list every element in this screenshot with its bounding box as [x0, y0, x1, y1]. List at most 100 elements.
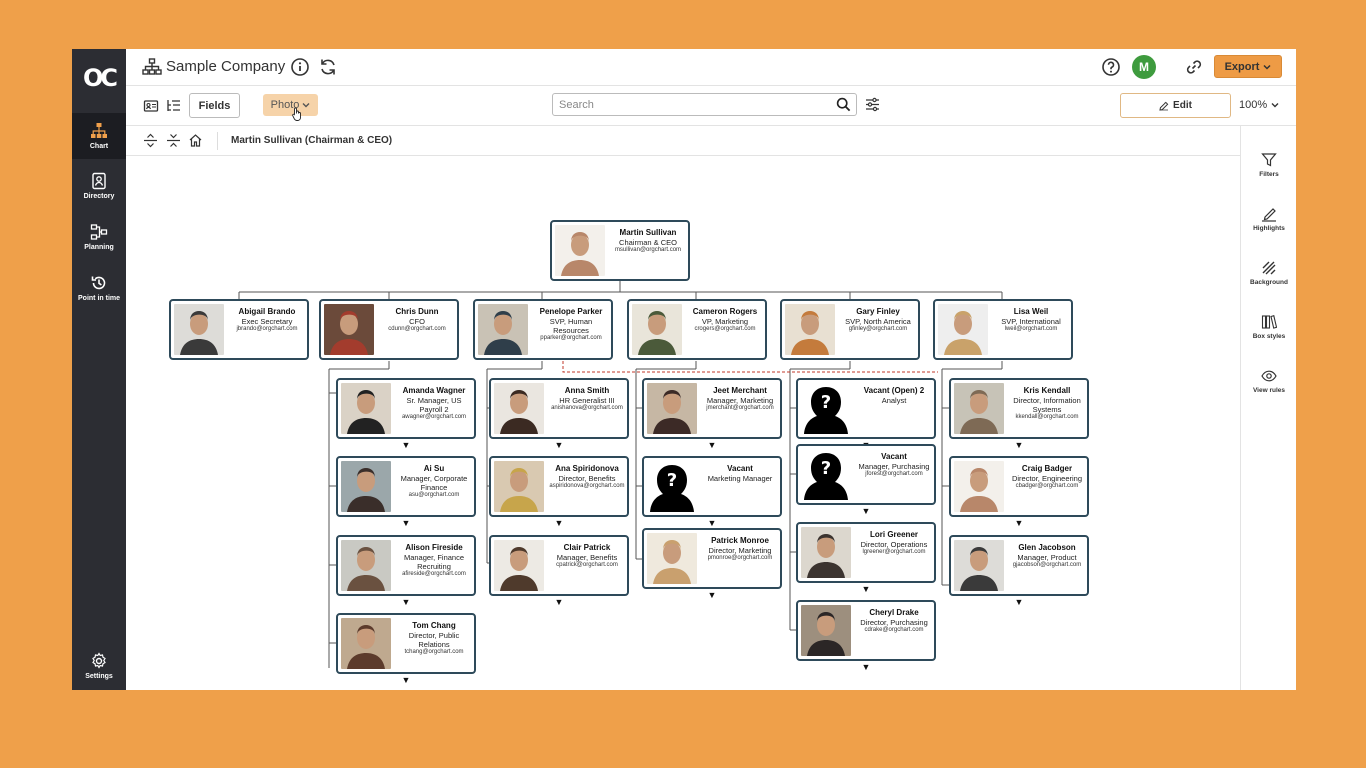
- employee-card[interactable]: Tom Chang Director, Public Relations tchan…: [336, 613, 476, 674]
- search-input[interactable]: [553, 94, 823, 115]
- nav-chart[interactable]: Chart: [72, 113, 126, 159]
- search-icon[interactable]: [836, 97, 851, 112]
- right-panel: Filters Highlights Background Box styles…: [1240, 126, 1296, 690]
- org-chart-canvas[interactable]: Martin Sullivan Chairman & CEO msullivan@o…: [126, 156, 1240, 690]
- employee-name: Cheryl Drake: [869, 608, 919, 617]
- level1-card[interactable]: Chris Dunn CFO cdunn@orgchart.com: [319, 299, 459, 360]
- level1-card[interactable]: Cameron Rogers VP, Marketing crogers@orgch…: [627, 299, 767, 360]
- tree-view-icon[interactable]: [166, 98, 182, 114]
- expand-arrow-icon[interactable]: ▼: [707, 519, 717, 528]
- box-styles-button[interactable]: Box styles: [1241, 307, 1296, 347]
- level1-card[interactable]: Lisa Weil SVP, International lweil@orgchar…: [933, 299, 1073, 360]
- expand-arrow-icon[interactable]: ▼: [554, 441, 564, 450]
- employee-title: Manager, Finance Recruiting: [403, 552, 465, 571]
- edit-button[interactable]: Edit: [1120, 93, 1231, 118]
- employee-name: Cameron Rogers: [692, 307, 758, 316]
- level1-card[interactable]: Gary Finley SVP, North America gfinley@org…: [780, 299, 920, 360]
- hand-cursor-icon: [292, 107, 301, 121]
- employee-card[interactable]: Cheryl Drake Director, Purchasing cdrake@o…: [796, 600, 936, 661]
- expand-arrow-icon[interactable]: ▼: [401, 519, 411, 528]
- help-icon[interactable]: [1101, 57, 1121, 77]
- filters-button[interactable]: Filters: [1241, 145, 1296, 185]
- highlights-button[interactable]: Highlights: [1241, 199, 1296, 239]
- employee-card[interactable]: Patrick Monroe Director, Marketing pmonroe…: [642, 528, 782, 589]
- info-icon[interactable]: [290, 57, 310, 77]
- export-button[interactable]: Export: [1214, 55, 1282, 78]
- expand-arrow-icon[interactable]: ▼: [1014, 519, 1024, 528]
- nav-point-in-time[interactable]: Point in time: [72, 265, 126, 311]
- employee-name: Craig Badger: [1021, 464, 1073, 473]
- user-avatar[interactable]: M: [1132, 55, 1156, 79]
- view-rules-button[interactable]: View rules: [1241, 361, 1296, 401]
- employee-title: SVP, North America: [845, 316, 911, 326]
- expand-arrow-icon[interactable]: ▼: [401, 441, 411, 450]
- expand-arrow-icon[interactable]: ▼: [1014, 441, 1024, 450]
- level1-card[interactable]: Penelope Parker SVP, Human Resources ppark…: [473, 299, 613, 360]
- employee-title: SVP, International: [1001, 316, 1061, 326]
- card-info: Penelope Parker SVP, Human Resources ppark…: [531, 307, 611, 342]
- orgchart-logo[interactable]: OC: [81, 63, 118, 93]
- expand-arrow-icon[interactable]: ▼: [1014, 598, 1024, 607]
- card-info: Cheryl Drake Director, Purchasing cdrake@o…: [854, 608, 934, 634]
- expand-all-icon[interactable]: [143, 133, 158, 148]
- employee-card[interactable]: Craig Badger Director, Engineering cbadger…: [949, 456, 1089, 517]
- employee-name: Lori Greener: [869, 530, 918, 539]
- expand-arrow-icon[interactable]: ▼: [707, 591, 717, 600]
- employee-email: tchang@orgchart.com: [404, 648, 464, 655]
- breadcrumb[interactable]: Martin Sullivan (Chairman & CEO): [231, 135, 392, 146]
- employee-card[interactable]: Ana Spiridonova Director, Benefits aspirid…: [489, 456, 629, 517]
- eye-icon: [1261, 370, 1277, 382]
- filter-settings-icon[interactable]: [864, 96, 881, 113]
- expand-arrow-icon[interactable]: ▼: [707, 441, 717, 450]
- pencil-icon: [1159, 101, 1169, 111]
- expand-arrow-icon[interactable]: ▼: [861, 585, 871, 594]
- company-title[interactable]: Sample Company: [166, 58, 285, 75]
- expand-arrow-icon[interactable]: ▼: [861, 663, 871, 672]
- profile-photo: [478, 304, 528, 355]
- employee-card[interactable]: Ai Su Manager, Corporate Finance asu@orgch…: [336, 456, 476, 517]
- expand-arrow-icon[interactable]: ▼: [401, 598, 411, 607]
- card-info: Gary Finley SVP, North America gfinley@org…: [838, 307, 918, 333]
- card-view-icon[interactable]: [143, 98, 159, 114]
- fields-button[interactable]: Fields: [189, 93, 240, 118]
- expand-arrow-icon[interactable]: ▼: [554, 519, 564, 528]
- search-box[interactable]: [552, 93, 857, 116]
- home-icon[interactable]: [188, 133, 203, 148]
- employee-email: kkendall@orgchart.com: [1015, 413, 1079, 420]
- profile-photo: [954, 461, 1004, 512]
- expand-arrow-icon[interactable]: ▼: [401, 676, 411, 685]
- employee-card[interactable]: ? Vacant Manager, Purchasing jforest@orgcha…: [796, 444, 936, 505]
- employee-card[interactable]: Clair Patrick Manager, Benefits cpatrick@o…: [489, 535, 629, 596]
- refresh-icon[interactable]: [318, 57, 338, 77]
- employee-card[interactable]: Glen Jacobson Manager, Product gjacobson@o…: [949, 535, 1089, 596]
- employee-title: Director, Operations: [860, 539, 928, 549]
- employee-card[interactable]: Lori Greener Director, Operations lgreener…: [796, 522, 936, 583]
- employee-card[interactable]: Alison Fireside Manager, Finance Recruiti…: [336, 535, 476, 596]
- nav-directory[interactable]: Directory: [72, 163, 126, 209]
- card-info: Patrick Monroe Director, Marketing pmonroe…: [700, 536, 780, 562]
- background-icon: [1262, 261, 1276, 275]
- zoom-dropdown[interactable]: 100%: [1239, 99, 1279, 111]
- nav-planning[interactable]: Planning: [72, 214, 126, 260]
- collapse-all-icon[interactable]: [166, 133, 181, 148]
- breadcrumb-bar: Martin Sullivan (Chairman & CEO): [126, 126, 1241, 156]
- employee-email: msullivan@orgchart.com: [614, 246, 682, 253]
- expand-arrow-icon[interactable]: ▼: [861, 507, 871, 516]
- card-info: Anna Smith HR Generalist III anishanova@or…: [547, 386, 627, 412]
- link-icon[interactable]: [1184, 57, 1204, 77]
- employee-title: Manager, Purchasing: [858, 461, 930, 471]
- employee-card[interactable]: Amanda Wagner Sr. Manager, US Payroll 2 aw…: [336, 378, 476, 439]
- employee-email: awagner@orgchart.com: [401, 413, 467, 420]
- employee-card[interactable]: Kris Kendall Director, Information System…: [949, 378, 1089, 439]
- employee-card[interactable]: ? Vacant (Open) 2 Analyst: [796, 378, 936, 439]
- profile-photo: [341, 383, 391, 434]
- employee-card[interactable]: ? Vacant Marketing Manager: [642, 456, 782, 517]
- root-card[interactable]: Martin Sullivan Chairman & CEO msullivan@o…: [550, 220, 690, 281]
- expand-arrow-icon[interactable]: ▼: [554, 598, 564, 607]
- level1-card[interactable]: Abigail Brando Exec Secretary jbrando@orgc…: [169, 299, 309, 360]
- employee-card[interactable]: Jeet Merchant Manager, Marketing jmerchant…: [642, 378, 782, 439]
- nav-settings[interactable]: Settings: [72, 643, 126, 689]
- background-button[interactable]: Background: [1241, 253, 1296, 293]
- employee-card[interactable]: Anna Smith HR Generalist III anishanova@or…: [489, 378, 629, 439]
- profile-photo: [341, 618, 391, 669]
